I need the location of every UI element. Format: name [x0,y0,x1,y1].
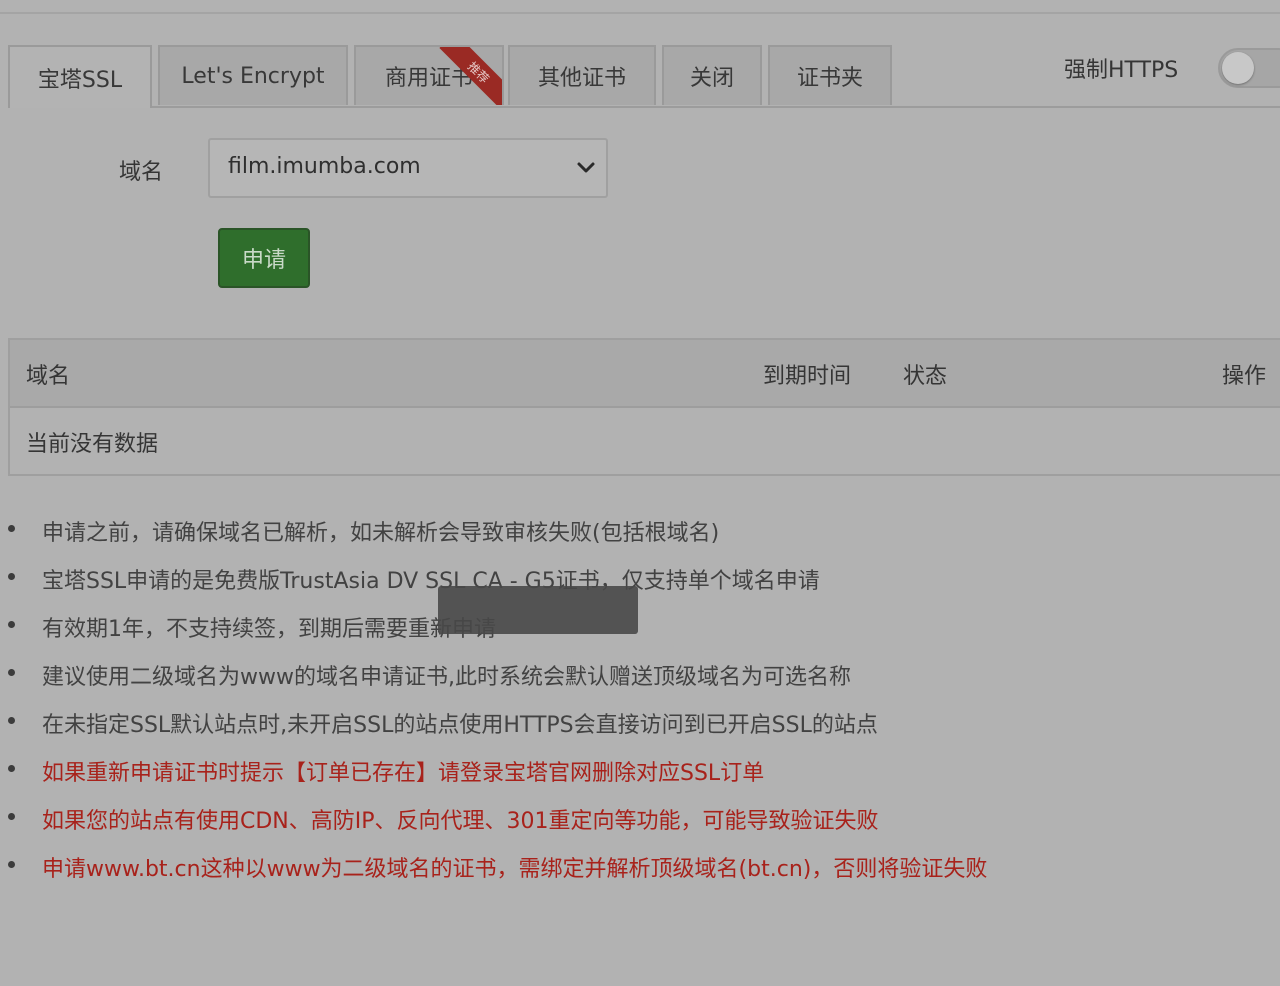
list-item: 宝塔SSL申请的是免费版TrustAsia DV SSL CA - G5证书，仅… [0,554,1280,602]
note-text: 申请之前，请确保域名已解析，如未解析会导致审核失败(包括根域名) [42,521,720,546]
table-header: 域名 到期时间 状态 操作 [10,340,1280,408]
list-item: 在未指定SSL默认站点时,未开启SSL的站点使用HTTPS会直接访问到已开启SS… [0,698,1280,746]
loading-toast [438,586,638,634]
list-item: 申请之前，请确保域名已解析，如未解析会导致审核失败(包括根域名) [0,506,1280,554]
table-empty-message: 当前没有数据 [26,432,159,457]
note-text: 宝塔SSL申请的是免费版TrustAsia DV SSL CA - G5证书，仅… [42,569,820,594]
bullet [8,621,15,628]
domain-select[interactable]: film.imumba.com [208,138,608,198]
tab-label: 关闭 [689,66,734,91]
tab-lets-encrypt[interactable]: Let's Encrypt [158,45,348,105]
tab-label: 宝塔SSL [37,67,123,93]
force-https-label: 强制HTTPS [1064,58,1179,83]
tab-label: Let's Encrypt [181,63,325,89]
bullet [8,717,15,724]
list-item-warning: 申请www.bt.cn这种以www为二级域名的证书，需绑定并解析顶级域名(bt.… [0,842,1280,890]
list-item: 建议使用二级域名为www的域名申请证书,此时系统会默认赠送顶级域名为可选名称 [0,650,1280,698]
help-notes: 申请之前，请确保域名已解析，如未解析会导致审核失败(包括根域名) 宝塔SSL申请… [0,506,1280,890]
domain-select-value: film.imumba.com [228,154,421,179]
col-expire: 到期时间 [763,364,852,389]
tab-label: 证书夹 [796,66,863,91]
list-item: 有效期1年，不支持续签，到期后需要重新申请 [0,602,1280,650]
note-text: 建议使用二级域名为www的域名申请证书,此时系统会默认赠送顶级域名为可选名称 [42,665,851,690]
col-status: 状态 [903,364,948,389]
force-https-toggle[interactable] [1218,48,1280,88]
bullet [8,669,15,676]
bullet [8,765,15,772]
bullet [8,861,15,868]
apply-button[interactable]: 申请 [218,228,310,288]
ssl-settings-panel: 宝塔SSL Let's Encrypt 商用证书 推荐 其他证书 关闭 证书夹 … [0,0,1280,986]
apply-button-label: 申请 [241,248,286,273]
note-text: 在未指定SSL默认站点时,未开启SSL的站点使用HTTPS会直接访问到已开启SS… [42,713,878,738]
toggle-knob [1222,52,1254,84]
chevron-down-icon [577,162,595,173]
list-item-warning: 如果您的站点有使用CDN、高防IP、反向代理、301重定向等功能，可能导致验证失… [0,794,1280,842]
tab-label: 其他证书 [537,66,626,91]
col-domain: 域名 [26,364,71,389]
note-text: 如果您的站点有使用CDN、高防IP、反向代理、301重定向等功能，可能导致验证失… [42,809,879,834]
tab-baota-ssl[interactable]: 宝塔SSL [8,45,152,108]
col-action: 操作 [1222,364,1267,389]
tab-baseline [8,106,1280,108]
top-divider [0,12,1280,14]
cert-table: 域名 到期时间 状态 操作 当前没有数据 [8,338,1280,476]
note-text: 申请www.bt.cn这种以www为二级域名的证书，需绑定并解析顶级域名(bt.… [42,857,988,882]
note-text: 如果重新申请证书时提示【订单已存在】请登录宝塔官网删除对应SSL订单 [42,761,765,786]
bullet [8,525,15,532]
bullet [8,573,15,580]
note-text: 有效期1年，不支持续签，到期后需要重新申请 [42,617,496,642]
domain-label: 域名 [119,160,164,185]
tab-commercial-cert[interactable]: 商用证书 推荐 [354,45,504,105]
tab-cert-folder[interactable]: 证书夹 [768,45,892,105]
bullet [8,813,15,820]
tab-other-cert[interactable]: 其他证书 [508,45,656,105]
list-item-warning: 如果重新申请证书时提示【订单已存在】请登录宝塔官网删除对应SSL订单 [0,746,1280,794]
tab-close[interactable]: 关闭 [662,45,762,105]
